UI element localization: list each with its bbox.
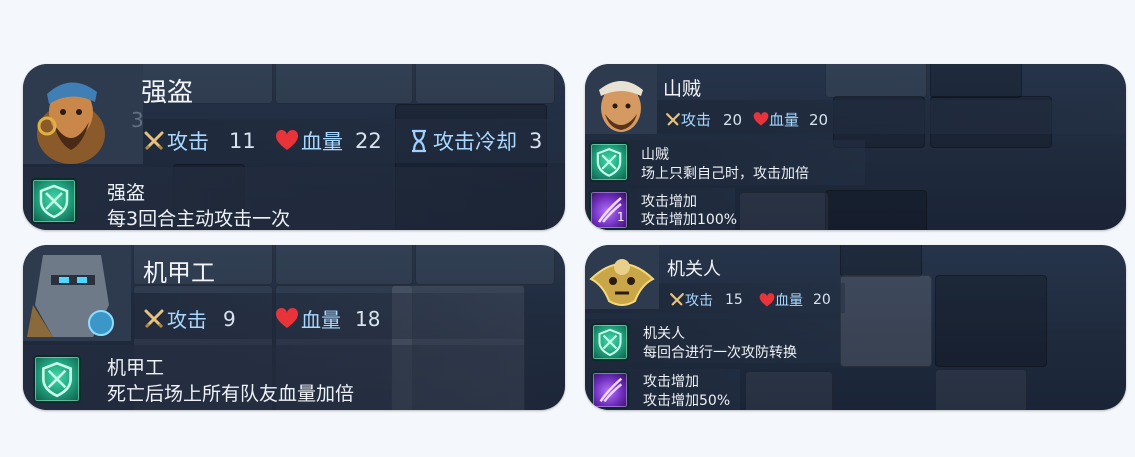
skill-description: 每3回合主动攻击一次 <box>107 208 291 230</box>
hp-stat: 血量 20 <box>759 290 831 310</box>
bg-tile <box>275 245 413 285</box>
crossed-swords-icon <box>143 130 165 152</box>
attack-stat: 攻击 9 <box>143 304 236 333</box>
skill-description: 死亡后场上所有队友血量加倍 <box>107 383 355 405</box>
heart-icon <box>275 307 299 330</box>
unit-card-qiangdao[interactable]: 3 强盗 攻击 11 血量 22 攻击冷却 3 强盗 每3回合主动攻击一次 <box>23 64 565 230</box>
hp-value: 20 <box>813 292 831 308</box>
portrait-badge: 3 <box>131 108 144 132</box>
bg-tile <box>415 245 555 285</box>
bg-tile <box>825 64 927 98</box>
hp-label: 血量 <box>775 293 803 309</box>
attack-value: 20 <box>723 110 743 129</box>
bg-tile <box>415 64 555 104</box>
attack-value: 9 <box>223 306 236 331</box>
hp-stat: 血量 18 <box>275 304 380 333</box>
attack-value: 15 <box>725 292 743 308</box>
skill-name: 攻击增加 <box>641 194 697 210</box>
green-shield-skill-icon[interactable] <box>589 142 629 182</box>
skill-name: 山贼 <box>641 147 669 163</box>
skill-description: 场上只剩自己时，攻击加倍 <box>641 166 809 182</box>
skill-level: 1 <box>617 210 625 224</box>
skill-name: 机甲工 <box>107 357 165 379</box>
skill-name: 机关人 <box>643 326 685 342</box>
green-shield-skill-icon[interactable] <box>33 355 81 403</box>
cooldown-label: 攻击冷却 <box>433 130 517 154</box>
attack-stat: 攻击 15 <box>669 290 743 310</box>
skill-description: 攻击增加100% <box>641 212 738 228</box>
unit-portrait <box>585 245 659 309</box>
skill-name: 攻击增加 <box>643 374 699 390</box>
bg-tile <box>935 275 1047 367</box>
unit-card-jiguanren[interactable]: 机关人 攻击 15 血量 20 机关人 每回合进行一次攻防转换 攻击增加 攻击增… <box>585 245 1126 410</box>
unit-portrait <box>585 64 657 134</box>
green-shield-skill-icon[interactable] <box>591 323 629 361</box>
bg-tile <box>840 275 932 367</box>
hp-label: 血量 <box>301 308 341 332</box>
skill-description: 每回合进行一次攻防转换 <box>643 345 797 361</box>
hp-value: 18 <box>355 306 381 331</box>
attack-label: 攻击 <box>681 111 712 129</box>
crossed-swords-icon <box>669 292 685 308</box>
hp-stat: 血量 22 <box>275 126 382 156</box>
attack-stat: 攻击 20 <box>665 109 742 130</box>
bg-tile <box>935 369 1027 410</box>
attack-label: 攻击 <box>167 308 207 332</box>
hourglass-icon <box>409 129 429 153</box>
attack-label: 攻击 <box>685 293 713 309</box>
hp-value: 22 <box>355 129 382 153</box>
cooldown-stat: 攻击冷却 3 <box>409 126 542 156</box>
attack-value: 11 <box>229 129 256 153</box>
heart-icon <box>275 130 299 152</box>
bg-tile <box>275 64 413 104</box>
unit-portrait <box>23 64 143 164</box>
unit-name: 山贼 <box>663 78 702 100</box>
unit-card-jijiagong[interactable]: 机甲工 攻击 9 血量 18 机甲工 死亡后场上所有队友血量加倍 <box>23 245 565 410</box>
unit-name: 机关人 <box>667 259 721 280</box>
attack-label: 攻击 <box>167 130 209 154</box>
heart-icon <box>753 112 769 127</box>
crossed-swords-icon <box>665 112 681 128</box>
bg-tile <box>745 371 833 410</box>
skill-description: 攻击增加50% <box>643 393 731 409</box>
attack-stat: 攻击 11 <box>143 126 256 156</box>
purple-claw-skill-icon[interactable] <box>591 371 629 409</box>
unit-name: 强盗 <box>141 78 194 108</box>
crossed-swords-icon <box>143 308 165 330</box>
hp-label: 血量 <box>301 130 343 154</box>
cooldown-value: 3 <box>529 129 543 153</box>
hp-stat: 血量 20 <box>753 109 828 130</box>
bg-tile <box>739 192 829 230</box>
bg-tile <box>930 64 1022 98</box>
unit-card-shanzei[interactable]: 山贼 攻击 20 血量 20 山贼 场上只剩自己时，攻击加倍 1 攻击增加 攻击… <box>585 64 1126 230</box>
bg-tile <box>825 190 927 230</box>
green-shield-skill-icon[interactable] <box>31 178 77 224</box>
skill-band <box>23 167 565 230</box>
skill-name: 强盗 <box>107 182 146 204</box>
hp-label: 血量 <box>769 111 800 129</box>
bg-tile <box>840 245 922 277</box>
unit-name: 机甲工 <box>143 259 215 287</box>
unit-portrait <box>23 245 131 341</box>
heart-icon <box>759 292 775 308</box>
hp-value: 20 <box>809 110 829 129</box>
